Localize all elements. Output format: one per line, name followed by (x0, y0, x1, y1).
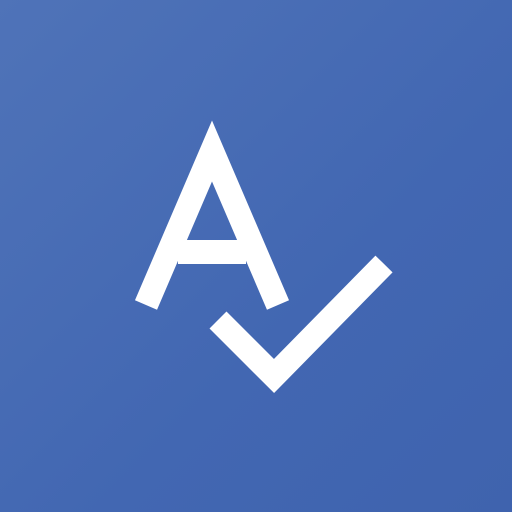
checkmark-icon (209, 255, 393, 394)
app-icon (0, 0, 512, 512)
letter-a-icon (134, 120, 290, 310)
spellcheck-logo (134, 120, 393, 394)
